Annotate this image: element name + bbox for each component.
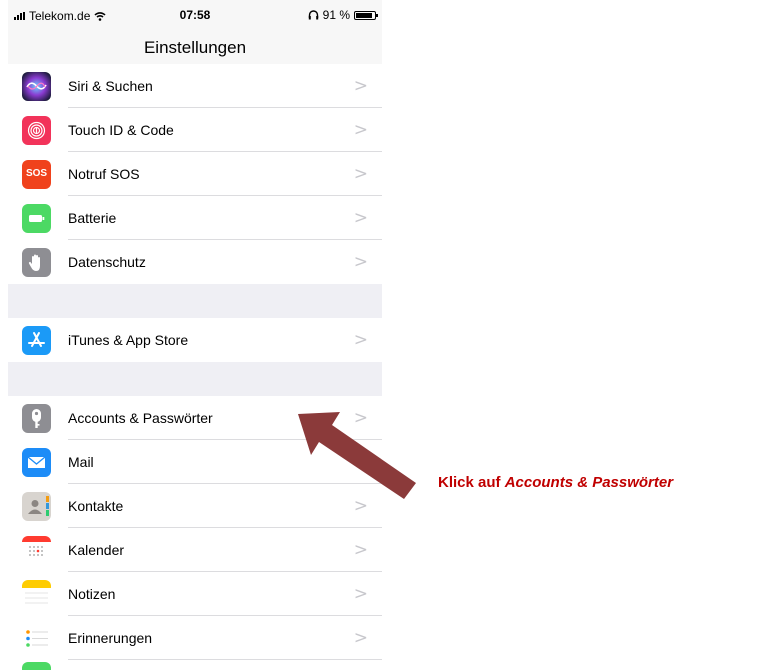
row-label: Datenschutz bbox=[68, 254, 146, 270]
settings-row-reminders[interactable]: Erinnerungen > bbox=[8, 616, 382, 660]
chevron-right-icon: > bbox=[353, 164, 368, 184]
chevron-right-icon: > bbox=[353, 584, 368, 604]
battery-indicator-icon bbox=[354, 10, 378, 20]
siri-icon bbox=[22, 72, 51, 101]
chevron-right-icon: > bbox=[353, 76, 368, 96]
settings-row-touch-id[interactable]: Touch ID & Code > bbox=[8, 108, 382, 152]
row-label: Notizen bbox=[68, 586, 116, 602]
settings-row-partial[interactable] bbox=[8, 660, 382, 670]
mail-icon bbox=[22, 448, 51, 477]
row-label: Accounts & Passwörter bbox=[68, 410, 213, 426]
hand-icon bbox=[22, 248, 51, 277]
chevron-right-icon: > bbox=[353, 120, 368, 140]
settings-row-mail[interactable]: Mail > bbox=[8, 440, 382, 484]
settings-row-accounts[interactable]: Accounts & Passwörter > bbox=[8, 396, 382, 440]
page-title: Einstellungen bbox=[143, 38, 247, 57]
reminders-icon bbox=[22, 624, 51, 653]
chevron-right-icon: > bbox=[353, 408, 368, 428]
battery-icon bbox=[22, 204, 51, 233]
phone-app-icon bbox=[22, 662, 51, 670]
key-icon bbox=[22, 404, 51, 433]
settings-row-calendar[interactable]: Kalender > bbox=[8, 528, 382, 572]
sos-icon: SOS bbox=[22, 160, 51, 189]
instruction-annotation: Klick auf Accounts & Passwörter bbox=[438, 474, 674, 491]
settings-row-app-store[interactable]: iTunes & App Store > bbox=[8, 318, 382, 362]
phone-screen: Telekom.de 07:58 91 % Einstellungen Siri… bbox=[8, 0, 382, 670]
row-label: Erinnerungen bbox=[68, 630, 153, 646]
headphones-icon bbox=[308, 10, 318, 20]
chevron-right-icon: > bbox=[353, 628, 368, 648]
row-label: Siri & Suchen bbox=[68, 78, 153, 94]
row-label: Kalender bbox=[68, 542, 125, 558]
notes-icon bbox=[22, 580, 51, 609]
settings-row-siri[interactable]: Siri & Suchen > bbox=[8, 64, 382, 108]
row-label: Batterie bbox=[68, 210, 117, 226]
status-bar: Telekom.de 07:58 91 % bbox=[8, 0, 382, 28]
battery-percent: 91 % bbox=[322, 8, 350, 22]
row-label: Mail bbox=[68, 454, 94, 470]
chevron-right-icon: > bbox=[353, 208, 368, 228]
fingerprint-icon bbox=[22, 116, 51, 145]
app-store-icon bbox=[22, 326, 51, 355]
settings-row-contacts[interactable]: Kontakte > bbox=[8, 484, 382, 528]
chevron-right-icon: > bbox=[353, 540, 368, 560]
navigation-bar: Einstellungen bbox=[8, 28, 382, 68]
contacts-icon bbox=[22, 492, 51, 521]
chevron-right-icon: > bbox=[353, 252, 368, 272]
calendar-icon bbox=[22, 536, 51, 565]
row-label: Notruf SOS bbox=[68, 166, 140, 182]
row-label: Touch ID & Code bbox=[68, 122, 174, 138]
row-label: iTunes & App Store bbox=[68, 332, 189, 348]
chevron-right-icon: > bbox=[353, 496, 368, 516]
row-label: Kontakte bbox=[68, 498, 124, 514]
settings-row-sos[interactable]: SOS Notruf SOS > bbox=[8, 152, 382, 196]
settings-row-notes[interactable]: Notizen > bbox=[8, 572, 382, 616]
chevron-right-icon: > bbox=[353, 330, 368, 350]
settings-row-privacy[interactable]: Datenschutz > bbox=[8, 240, 382, 284]
settings-row-battery[interactable]: Batterie > bbox=[8, 196, 382, 240]
chevron-right-icon: > bbox=[353, 452, 368, 472]
